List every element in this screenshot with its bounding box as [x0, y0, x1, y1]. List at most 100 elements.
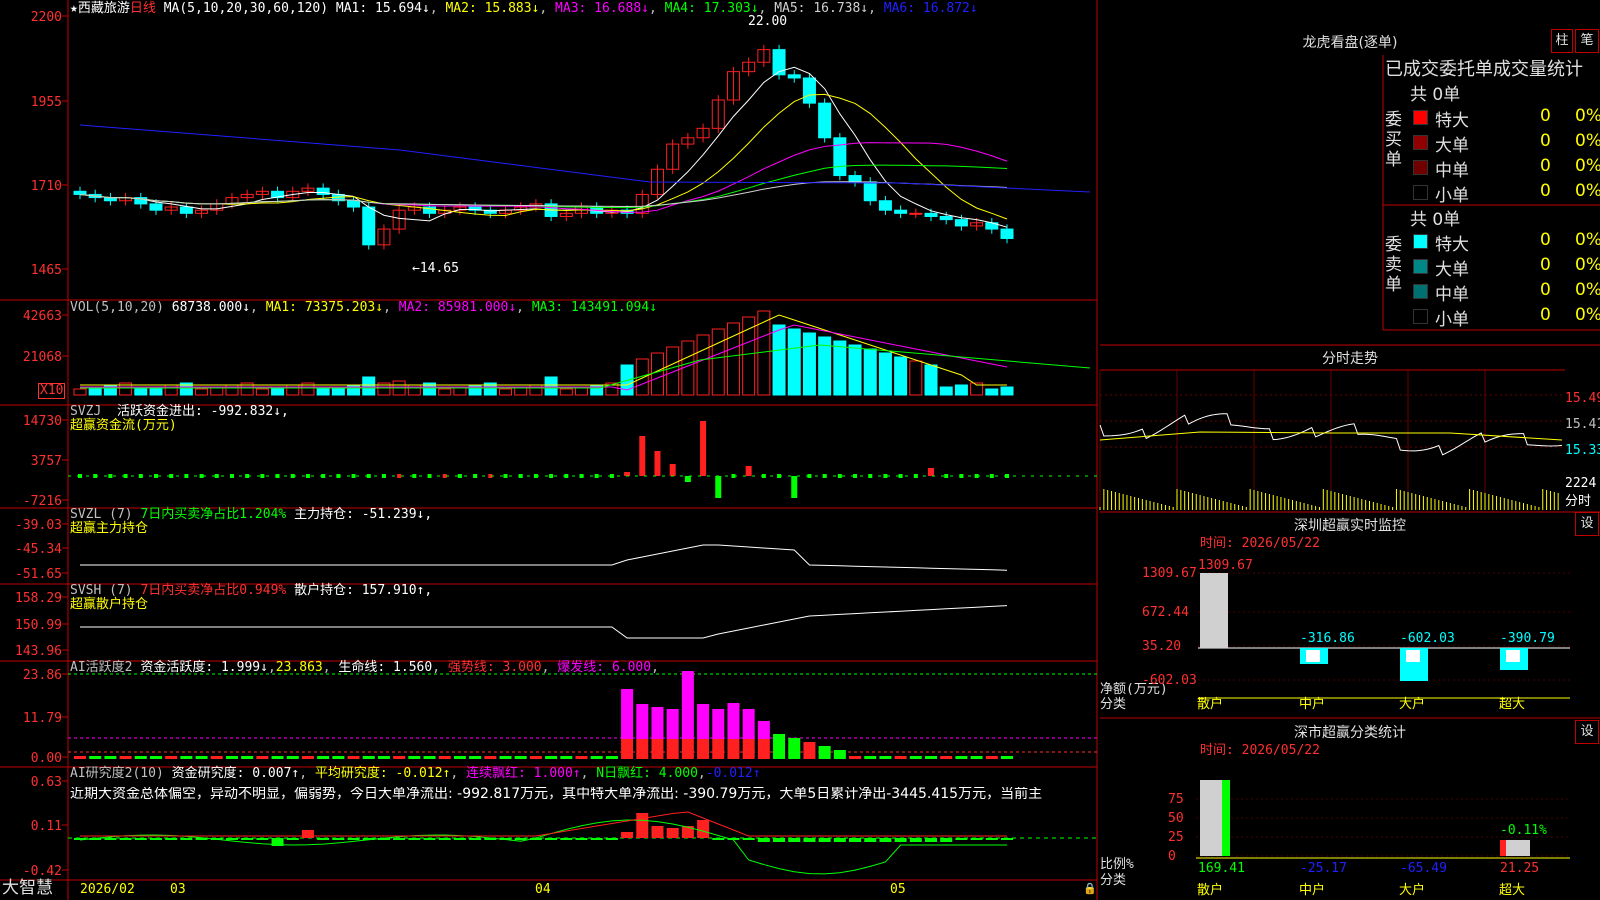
vol-ma3-line	[80, 344, 1091, 389]
ai2-bar	[347, 756, 360, 759]
sz-monitor-category: 散户	[1197, 697, 1224, 712]
date-first: 2026/02	[80, 882, 135, 897]
sz-class-y-tick: 50	[1168, 811, 1184, 826]
volume-bar	[985, 388, 999, 396]
ai-res-bar	[134, 838, 147, 840]
svsh-subtitle: 超赢散户持仓	[70, 597, 149, 612]
ai2-bar	[575, 756, 588, 759]
ma6-value: MA6: 16.872↓	[883, 1, 978, 16]
ai2-bar-base	[697, 739, 710, 759]
ai2-bar	[833, 750, 846, 759]
category-percent: 0%	[1575, 230, 1600, 250]
bar-view-button[interactable]: 柱	[1551, 29, 1573, 53]
ai-res-bar	[605, 838, 618, 840]
lock-icon[interactable]: 🔒	[1083, 882, 1097, 896]
svzj-bar	[989, 474, 994, 478]
category-swatch	[1413, 185, 1428, 200]
ai2-bar-base	[742, 739, 755, 759]
sz-monitor-title: 深圳超赢实时监控	[1294, 518, 1406, 534]
volume-bar	[772, 324, 786, 396]
volume-bar	[1000, 386, 1014, 396]
sz-monitor-value: -602.03	[1400, 631, 1455, 646]
volume-bar	[73, 388, 87, 396]
sz-class-y-tick: 75	[1168, 792, 1184, 807]
ai2-bar-base	[757, 739, 770, 759]
sz-monitor-bar-highlight	[1406, 650, 1420, 662]
ma6-line	[79, 124, 1091, 193]
candle-body	[909, 212, 923, 215]
ai2-bar	[119, 756, 132, 759]
sz-class-settings-button[interactable]: 设	[1575, 720, 1599, 744]
category-percent: 0%	[1575, 106, 1600, 126]
candle-body	[894, 209, 908, 214]
ai2-bar	[104, 756, 117, 759]
ai-res-green-line	[79, 819, 1007, 875]
y-tick-label: -7216	[23, 494, 62, 509]
ma5-value: MA5: 16.738↓	[774, 1, 869, 16]
volume-bar	[954, 384, 968, 396]
candle-body	[878, 200, 892, 211]
svzj-bar	[898, 474, 903, 478]
ai2-bar	[560, 756, 573, 759]
ai2-bar	[970, 756, 983, 759]
volume-bar	[650, 352, 664, 396]
ai-res-bar	[332, 838, 345, 840]
candle-body	[863, 181, 877, 202]
date-month-04: 04	[535, 882, 551, 897]
ai2-bar	[332, 756, 345, 759]
ai-res-bar	[408, 838, 421, 840]
ai-res-bar	[849, 838, 862, 842]
buy-total: 共 0单	[1410, 85, 1461, 105]
sz-class-y-tick: 25	[1168, 830, 1184, 845]
volume-bar	[316, 388, 330, 396]
volume-bar	[939, 386, 953, 396]
ma2-value: MA2: 15.883↓	[445, 1, 540, 16]
sz-monitor-y-tick: 1309.67	[1142, 566, 1197, 581]
date-month-05: 05	[890, 882, 906, 897]
sz-monitor-time: 时间: 2026/05/22	[1200, 536, 1320, 551]
candle-body	[787, 74, 801, 79]
volume-bar	[711, 328, 725, 396]
svzj-bar	[944, 474, 949, 478]
sz-class-time: 时间: 2026/05/22	[1200, 743, 1320, 758]
ai-res-bar	[697, 820, 710, 838]
ai2-bar	[423, 756, 436, 759]
ai-res-bar	[119, 838, 132, 840]
tick-view-button[interactable]: 笔	[1575, 29, 1599, 53]
category-count: 0	[1540, 106, 1551, 126]
kline-workspace[interactable]: 2200 1955 1710 1465 42663 21068 14730 3757 -7216…	[0, 0, 1600, 900]
sz-class-category: 超大	[1499, 883, 1526, 898]
sz-class-bar-retail-edge	[1222, 780, 1230, 856]
ai-res-bar	[225, 838, 238, 840]
ai2-bar-top	[697, 704, 710, 739]
ai2-bar-top	[621, 689, 634, 739]
svzj-bar	[351, 474, 356, 478]
ai2-bar	[271, 756, 284, 759]
y-tick-label: 21068	[23, 350, 62, 365]
ma1-line	[79, 66, 1008, 228]
ai-res-bar	[165, 838, 178, 840]
volume-bar	[255, 388, 269, 396]
vol-header: VOL(5,10,20) 68738.000↓, MA1: 73375.203↓…	[70, 300, 658, 315]
ai-res-bar	[773, 838, 786, 842]
ai-res-bar	[590, 838, 603, 840]
svzj-bar	[883, 474, 888, 478]
sz-monitor-settings-button[interactable]: 设	[1575, 512, 1599, 536]
category-percent: 0%	[1575, 181, 1600, 201]
ai2-bar	[453, 756, 466, 759]
category-count: 0	[1540, 131, 1551, 151]
sz-monitor-category: 超大	[1499, 697, 1526, 712]
svzj-subtitle: 超赢资金流(万元)	[70, 418, 177, 433]
ai2-bar	[864, 756, 877, 759]
category-swatch	[1413, 234, 1428, 249]
category-percent: 0%	[1575, 131, 1600, 151]
ai-res-bar	[423, 838, 436, 840]
ai-res-bar	[757, 838, 770, 842]
category-swatch	[1413, 110, 1428, 125]
ai2-bar-top	[727, 703, 740, 739]
volume-bar	[833, 340, 847, 396]
ai-res-bar	[788, 838, 801, 842]
period-label[interactable]: 日线	[130, 1, 156, 16]
category-percent: 0%	[1575, 280, 1600, 300]
ai2-bar	[484, 756, 497, 759]
